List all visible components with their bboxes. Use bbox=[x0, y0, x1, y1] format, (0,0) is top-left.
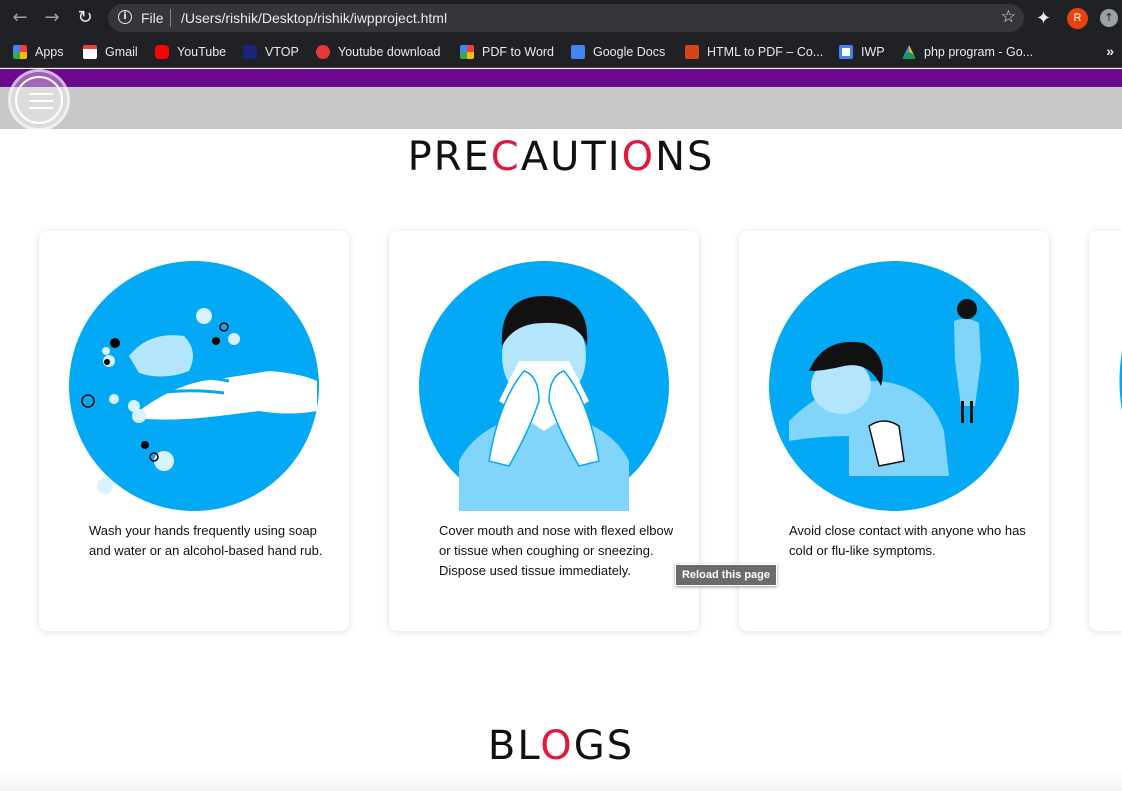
partial-illustration bbox=[1119, 351, 1122, 411]
bookmark-apps[interactable]: Apps bbox=[13, 42, 64, 62]
bookmark-google-docs[interactable]: Google Docs bbox=[571, 42, 665, 62]
bookmark-label: php program - Go... bbox=[924, 45, 1034, 59]
bookmarks-bar: Apps Gmail YouTube VTOP Youtube download… bbox=[0, 36, 1122, 68]
forward-arrow-icon[interactable]: → bbox=[41, 7, 63, 29]
html-pdf-icon bbox=[685, 45, 699, 59]
precaution-card-wash-hands: Wash your hands frequently using soap an… bbox=[39, 231, 349, 631]
pdf-to-word-icon bbox=[460, 45, 474, 59]
header-strip bbox=[0, 69, 1122, 87]
extensions-puzzle-icon[interactable]: ✦ bbox=[1036, 8, 1051, 29]
precaution-card-partial bbox=[1089, 231, 1122, 631]
youtube-icon bbox=[155, 45, 169, 59]
precaution-text: Avoid close contact with anyone who has … bbox=[789, 523, 1026, 558]
update-icon[interactable]: ↑ bbox=[1100, 9, 1118, 27]
bookmark-php-program[interactable]: php program - Go... bbox=[902, 42, 1033, 62]
back-arrow-icon[interactable]: ← bbox=[9, 7, 31, 29]
next-section-edge bbox=[0, 770, 1122, 791]
precaution-text: Wash your hands frequently using soap an… bbox=[89, 523, 323, 558]
bookmark-label: VTOP bbox=[265, 45, 299, 59]
hamburger-menu-icon bbox=[15, 76, 63, 124]
url-text[interactable]: /Users/rishik/Desktop/rishik/iwpproject.… bbox=[181, 10, 447, 26]
precaution-card-cover-mouth: Cover mouth and nose with flexed elbow o… bbox=[389, 231, 699, 631]
bookmark-label: YouTube bbox=[177, 45, 227, 59]
bookmark-label: PDF to Word bbox=[482, 45, 555, 59]
bookmark-iwp[interactable]: IWP bbox=[839, 42, 885, 62]
bookmark-html-to-pdf[interactable]: HTML to PDF – Co... bbox=[685, 42, 823, 62]
bookmark-gmail[interactable]: Gmail bbox=[83, 42, 138, 62]
vtop-icon bbox=[243, 45, 257, 59]
bookmark-youtube[interactable]: YouTube bbox=[155, 42, 226, 62]
bookmark-vtop[interactable]: VTOP bbox=[243, 42, 299, 62]
omnibox-divider bbox=[170, 9, 171, 27]
navigation-bar bbox=[0, 87, 1122, 129]
bookmark-youtube-download[interactable]: Youtube download bbox=[316, 42, 440, 62]
hand-washing-illustration bbox=[69, 261, 319, 511]
precaution-text: Cover mouth and nose with flexed elbow o… bbox=[439, 523, 674, 578]
scheme-label: File bbox=[141, 10, 164, 26]
iwp-icon bbox=[839, 45, 853, 59]
reload-tooltip: Reload this page bbox=[675, 564, 777, 586]
google-drive-icon bbox=[902, 45, 916, 59]
browser-toolbar: ← → ↻ i File /Users/rishik/Desktop/rishi… bbox=[0, 0, 1122, 36]
precautions-heading: PRECAUTIONS bbox=[407, 134, 715, 180]
bookmark-label: Gmail bbox=[105, 45, 138, 59]
profile-avatar[interactable]: R bbox=[1067, 8, 1088, 29]
more-bookmarks-chevron-icon[interactable]: » bbox=[1106, 43, 1114, 59]
apps-grid-icon bbox=[13, 45, 27, 59]
download-icon bbox=[316, 45, 330, 59]
bookmark-label: Youtube download bbox=[338, 45, 441, 59]
gmail-icon bbox=[83, 45, 97, 59]
cover-mouth-illustration bbox=[419, 261, 669, 511]
bookmark-label: Google Docs bbox=[593, 45, 666, 59]
site-info-icon[interactable]: i bbox=[118, 10, 132, 24]
bookmark-label: IWP bbox=[861, 45, 885, 59]
precaution-card-avoid-contact: Avoid close contact with anyone who has … bbox=[739, 231, 1049, 631]
reload-icon[interactable]: ↻ bbox=[74, 7, 96, 29]
bookmark-star-icon[interactable]: ☆ bbox=[1001, 7, 1016, 27]
hamburger-menu-button[interactable] bbox=[8, 69, 70, 131]
bookmark-label: HTML to PDF – Co... bbox=[707, 45, 824, 59]
address-bar[interactable]: i File /Users/rishik/Desktop/rishik/iwpp… bbox=[108, 4, 1024, 32]
bookmark-label: Apps bbox=[35, 45, 64, 59]
avoid-contact-illustration bbox=[769, 261, 1019, 511]
google-docs-icon bbox=[571, 45, 585, 59]
blogs-heading: BLOGS bbox=[487, 723, 635, 769]
bookmark-pdf-to-word[interactable]: PDF to Word bbox=[460, 42, 554, 62]
